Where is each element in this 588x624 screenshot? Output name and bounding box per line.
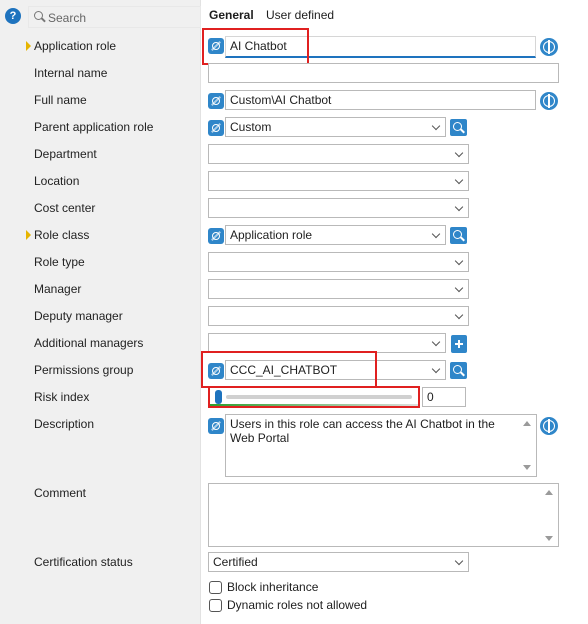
label-application-role: Application role xyxy=(34,39,117,53)
label-permissions-group: Permissions group xyxy=(34,363,134,377)
role-class-select[interactable]: Application role xyxy=(225,225,446,245)
search-placeholder: Search xyxy=(48,11,87,25)
permissions-group-select[interactable]: CCC_AI_CHATBOT xyxy=(225,360,446,380)
role-type-select[interactable] xyxy=(208,252,469,272)
risk-index-slider-thumb[interactable] xyxy=(215,390,222,404)
add-icon[interactable] xyxy=(451,335,467,353)
globe-icon[interactable] xyxy=(540,92,558,110)
label-department: Department xyxy=(34,147,97,161)
scroll-up-icon[interactable] xyxy=(523,421,531,426)
description-textarea[interactable]: Users in this role can access the AI Cha… xyxy=(225,414,537,477)
chevron-down-icon xyxy=(454,256,464,266)
chevron-down-icon xyxy=(454,175,464,185)
deputy-manager-select[interactable] xyxy=(208,306,469,326)
required-marker xyxy=(26,230,31,240)
search-input[interactable]: Search xyxy=(28,6,201,28)
chevron-down-icon xyxy=(454,148,464,158)
chevron-down-icon xyxy=(431,364,441,374)
find-icon[interactable] xyxy=(450,119,467,136)
label-parent-application-role: Parent application role xyxy=(34,120,154,134)
help-icon[interactable]: ? xyxy=(5,8,21,24)
globe-icon[interactable] xyxy=(540,417,558,435)
search-icon xyxy=(34,11,43,20)
property-icon[interactable] xyxy=(208,38,224,54)
additional-managers-select[interactable] xyxy=(208,333,446,353)
dynamic-roles-not-allowed-label: Dynamic roles not allowed xyxy=(227,598,368,612)
scroll-up-icon[interactable] xyxy=(545,490,553,495)
chevron-down-icon xyxy=(454,202,464,212)
chevron-down-icon xyxy=(431,337,441,347)
scroll-down-icon[interactable] xyxy=(523,465,531,470)
label-cost-center: Cost center xyxy=(34,201,96,215)
find-icon[interactable] xyxy=(450,362,467,379)
property-icon[interactable] xyxy=(208,363,224,379)
label-role-class: Role class xyxy=(34,228,90,242)
manager-select[interactable] xyxy=(208,279,469,299)
required-marker xyxy=(26,41,31,51)
certification-status-select[interactable]: Certified xyxy=(208,552,469,572)
find-icon[interactable] xyxy=(450,227,467,244)
risk-index-slider-track[interactable] xyxy=(226,395,412,399)
label-manager: Manager xyxy=(34,282,82,296)
tab-user-defined[interactable]: User defined xyxy=(266,8,334,22)
label-role-type: Role type xyxy=(34,255,85,269)
comment-textarea[interactable] xyxy=(208,483,559,547)
label-location: Location xyxy=(34,174,80,188)
property-icon[interactable] xyxy=(208,228,224,244)
chevron-down-icon xyxy=(454,556,464,566)
block-inheritance-checkbox[interactable] xyxy=(209,581,222,594)
chevron-down-icon xyxy=(454,310,464,320)
label-deputy-manager: Deputy manager xyxy=(34,309,123,323)
location-select[interactable] xyxy=(208,171,469,191)
label-certification-status: Certification status xyxy=(34,555,133,569)
full-name-input[interactable]: Custom\AI Chatbot xyxy=(225,90,536,110)
tab-general[interactable]: General xyxy=(209,8,254,22)
scroll-down-icon[interactable] xyxy=(545,536,553,541)
property-icon[interactable] xyxy=(208,93,224,109)
block-inheritance-label: Block inheritance xyxy=(227,580,319,594)
globe-icon[interactable] xyxy=(540,38,558,56)
label-comment: Comment xyxy=(34,486,87,500)
label-risk-index: Risk index xyxy=(34,390,90,404)
chevron-down-icon xyxy=(431,121,441,131)
cost-center-select[interactable] xyxy=(208,198,469,218)
parent-application-role-select[interactable]: Custom xyxy=(225,117,446,137)
chevron-down-icon xyxy=(454,283,464,293)
risk-index-input[interactable]: 0 xyxy=(422,387,466,407)
department-select[interactable] xyxy=(208,144,469,164)
label-full-name: Full name xyxy=(34,93,87,107)
internal-name-input[interactable] xyxy=(208,63,559,83)
dynamic-roles-not-allowed-checkbox[interactable] xyxy=(209,599,222,612)
label-description: Description xyxy=(34,417,95,431)
property-icon[interactable] xyxy=(208,120,224,136)
label-internal-name: Internal name xyxy=(34,66,108,80)
property-icon[interactable] xyxy=(208,418,224,434)
risk-index-gradient xyxy=(209,404,419,407)
application-role-input[interactable]: AI Chatbot xyxy=(225,36,536,58)
chevron-down-icon xyxy=(431,229,441,239)
label-additional-managers: Additional managers xyxy=(34,336,144,350)
